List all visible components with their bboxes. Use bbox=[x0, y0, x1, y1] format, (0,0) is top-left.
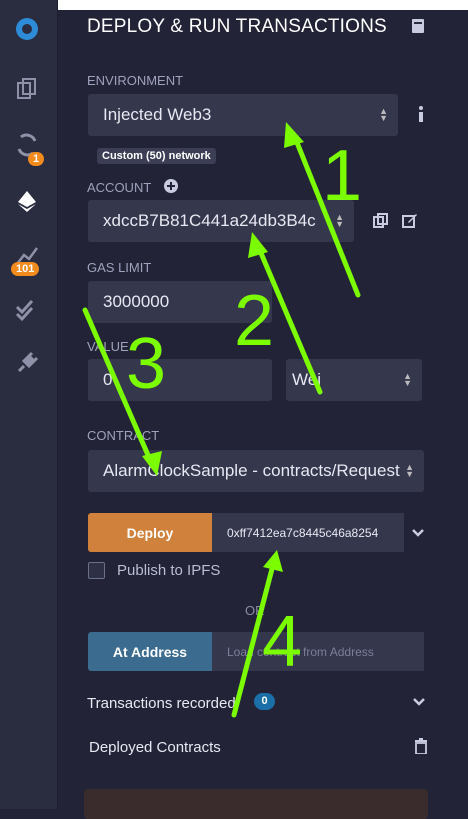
expand-deploy-chevron-icon[interactable] bbox=[411, 526, 425, 540]
publish-ipfs-label: Publish to IPFS bbox=[117, 562, 221, 579]
panel-title: DEPLOY & RUN TRANSACTIONS bbox=[87, 16, 387, 37]
deploy-args-value: 0xff7412ea7c8445c46a8254 bbox=[227, 525, 379, 540]
gas-limit-label: GAS LIMIT bbox=[87, 260, 152, 275]
add-account-icon[interactable] bbox=[164, 179, 178, 193]
file-explorer-icon[interactable] bbox=[12, 74, 42, 104]
compiler-badge: 1 bbox=[28, 152, 45, 166]
analysis-badge: 101 bbox=[11, 262, 40, 276]
transactions-chevron-icon[interactable] bbox=[412, 695, 426, 709]
testing-check-icon[interactable] bbox=[12, 294, 42, 324]
environment-label: ENVIRONMENT bbox=[87, 73, 184, 88]
deploy-args-input[interactable]: 0xff7412ea7c8445c46a8254 bbox=[212, 513, 404, 552]
deployed-contracts-label: Deployed Contracts bbox=[89, 739, 221, 756]
deployed-contract-item bbox=[84, 789, 428, 819]
publish-ipfs-checkbox[interactable] bbox=[88, 562, 105, 579]
transactions-recorded-label[interactable]: Transactions recorded bbox=[87, 695, 236, 712]
environment-value: Injected Web3 bbox=[103, 105, 212, 124]
value-unit: Wei bbox=[292, 370, 321, 389]
value-amount: 0 bbox=[103, 370, 113, 389]
contract-select[interactable]: AlarmClockSample - contracts/Request ▲ ▼ bbox=[88, 450, 424, 492]
documentation-icon[interactable] bbox=[410, 18, 426, 34]
deploy-button[interactable]: Deploy bbox=[88, 513, 212, 552]
gas-limit-input[interactable]: 3000000 bbox=[88, 281, 272, 323]
select-arrows-icon: ▲ ▼ bbox=[403, 371, 412, 388]
at-address-button[interactable]: At Address bbox=[88, 632, 212, 671]
account-label: ACCOUNT bbox=[87, 180, 152, 195]
select-arrows-icon: ▲ ▼ bbox=[405, 462, 414, 479]
environment-select[interactable]: Injected Web3 ▲ ▼ bbox=[88, 94, 398, 136]
load-address-input[interactable] bbox=[212, 632, 424, 671]
value-unit-select[interactable]: Wei ▲ ▼ bbox=[286, 359, 422, 401]
transactions-count-badge: 0 bbox=[254, 693, 275, 710]
copy-icon[interactable] bbox=[373, 213, 388, 228]
value-label: VALUE bbox=[87, 339, 129, 354]
account-select[interactable]: xdccB7B81C441a24db3B4c ▲ ▼ bbox=[88, 200, 354, 242]
contract-label: CONTRACT bbox=[87, 428, 160, 443]
account-value: xdccB7B81C441a24db3B4c bbox=[103, 211, 316, 230]
gas-limit-value: 3000000 bbox=[103, 292, 170, 311]
or-separator: OR bbox=[245, 603, 265, 618]
select-arrows-icon: ▲ ▼ bbox=[335, 212, 344, 229]
edit-icon[interactable] bbox=[402, 213, 418, 228]
trash-icon[interactable] bbox=[414, 738, 428, 754]
select-arrows-icon: ▲ ▼ bbox=[379, 106, 388, 123]
remix-logo-icon[interactable] bbox=[12, 14, 42, 44]
deploy-run-icon[interactable] bbox=[12, 186, 42, 216]
plugin-manager-icon[interactable] bbox=[12, 348, 42, 378]
contract-value: AlarmClockSample - contracts/Request bbox=[103, 461, 400, 480]
network-badge: Custom (50) network bbox=[97, 148, 216, 164]
info-icon[interactable] bbox=[414, 105, 428, 123]
icon-sidebar: 1 101 bbox=[0, 0, 58, 809]
value-input[interactable]: 0 bbox=[88, 359, 272, 401]
